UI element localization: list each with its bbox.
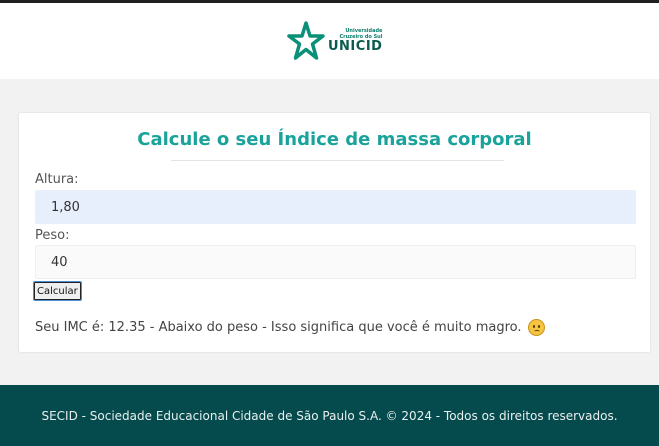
unicid-logo[interactable]: Universidade Cruzeiro do Sul UNICID: [286, 20, 382, 62]
weight-label: Peso:: [35, 228, 70, 243]
logo-name: UNICID: [328, 39, 383, 54]
star-logo-icon: [287, 21, 325, 60]
bmi-result: Seu IMC é: 12.35 - Abaixo do peso - Isso…: [35, 319, 545, 336]
page-title: Calcule o seu Índice de massa corporal: [137, 129, 532, 150]
height-input[interactable]: [35, 190, 636, 224]
site-footer: SECID - Sociedade Educacional Cidade de …: [0, 385, 659, 446]
bmi-calculator-card: Calcule o seu Índice de massa corporal A…: [19, 113, 650, 352]
sad-face-icon: [527, 319, 545, 336]
title-divider: [171, 160, 504, 161]
bmi-result-text: Seu IMC é: 12.35 - Abaixo do peso - Isso…: [35, 320, 522, 335]
site-header: Universidade Cruzeiro do Sul UNICID: [0, 3, 659, 79]
weight-input[interactable]: [35, 245, 636, 279]
logo-text: Universidade Cruzeiro do Sul UNICID: [328, 28, 382, 54]
calculate-button[interactable]: Calcular: [33, 281, 82, 301]
footer-copyright: SECID - Sociedade Educacional Cidade de …: [41, 408, 618, 423]
height-label: Altura:: [35, 172, 79, 187]
